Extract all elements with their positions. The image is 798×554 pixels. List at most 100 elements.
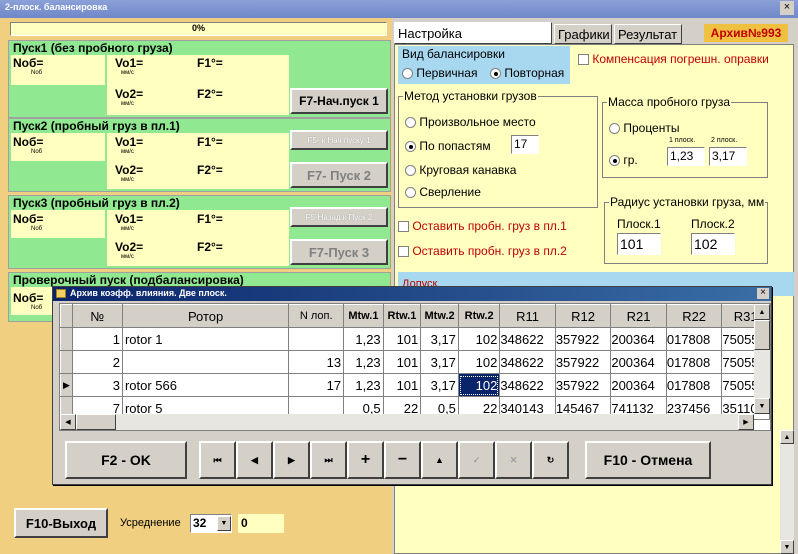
grid-scroll-thumb[interactable] [754, 320, 770, 350]
cell-mtw1[interactable]: 1,23 [343, 327, 384, 351]
col-r12-header[interactable]: R12 [554, 304, 612, 328]
leave-weight-plane1-check[interactable] [398, 221, 409, 233]
cell-rtw1[interactable]: 101 [383, 350, 422, 374]
mass-percent-dot[interactable] [609, 123, 620, 135]
close-icon[interactable]: × [780, 1, 794, 15]
cross-button[interactable]: ✕ [495, 441, 532, 479]
leave-weight-plane1[interactable]: Оставить пробн. груз в пл.1 [398, 219, 567, 233]
radius-plane1-input[interactable]: 101 [617, 233, 661, 255]
run3-button[interactable]: F7-Пуск 3 [290, 239, 388, 265]
radio-primary[interactable]: Первичная [402, 66, 477, 80]
up-button[interactable]: ▲ [421, 441, 458, 479]
tab-settings[interactable]: Настройка балансировки [394, 22, 552, 56]
cell-r11[interactable]: 348622 [499, 373, 556, 397]
back-to-run2-button[interactable]: F5-Назад к Пуск 2 [290, 207, 388, 227]
grid-scroll-left-icon[interactable]: ◀ [60, 414, 76, 430]
method-blades-dot[interactable] [405, 141, 416, 153]
cell-rotor[interactable] [122, 350, 290, 374]
radio-repeat[interactable]: Повторная [490, 66, 564, 80]
mass-grams-dot[interactable] [609, 155, 620, 167]
col-rtw1-header[interactable]: Rtw.1 [382, 304, 422, 328]
leave-weight-plane2-check[interactable] [398, 246, 409, 258]
col-rotor-header[interactable]: Ротор [121, 304, 290, 328]
method-groove-dot[interactable] [405, 165, 416, 177]
tab-result[interactable]: Результат [614, 24, 682, 44]
col-blades-header[interactable]: N лоп. [288, 304, 345, 328]
averaging-select[interactable]: 32 ▼ [190, 514, 232, 533]
method-drilling[interactable]: Сверление [405, 185, 481, 199]
row-indicator[interactable] [60, 350, 73, 374]
cell-rotor[interactable]: rotor 1 [122, 327, 290, 351]
cell-rtw2[interactable]: 102 [458, 350, 501, 374]
mass-percent[interactable]: Проценты [609, 121, 679, 135]
cell-rotor[interactable]: rotor 566 [122, 373, 290, 397]
blades-count-input[interactable]: 17 [511, 135, 539, 154]
cell-r21[interactable]: 200364 [610, 373, 667, 397]
mass-grams[interactable]: гр. [609, 153, 638, 167]
cell-r22[interactable]: 017808 [666, 350, 723, 374]
radio-primary-dot[interactable] [402, 68, 413, 80]
cell-r22[interactable]: 017808 [666, 373, 723, 397]
check-button[interactable]: ✓ [458, 441, 495, 479]
back-to-run1-button[interactable]: F5- к Нач пуску 1 [290, 130, 388, 150]
last-button[interactable]: ⏭ [310, 441, 347, 479]
main-vscroll[interactable]: ▲ ▼ [780, 430, 794, 554]
dialog-close-icon[interactable]: × [757, 288, 769, 299]
cell-r12[interactable]: 357922 [555, 373, 612, 397]
cell-r22[interactable]: 017808 [666, 327, 723, 351]
cell-r11[interactable]: 348622 [499, 350, 556, 374]
plus-button[interactable]: + [347, 441, 384, 479]
compensation-checkbox[interactable]: Компенсация погрешн. оправки [578, 52, 769, 66]
cell-rtw1[interactable]: 101 [383, 373, 422, 397]
cell-r12[interactable]: 357922 [555, 327, 612, 351]
cancel-button[interactable]: F10 - Отмена [585, 441, 711, 479]
table-row[interactable]: ▶ 3 rotor 566 17 1,23 101 3,17 102 348622 357922 2… [60, 373, 770, 397]
grid-scroll-down-icon[interactable]: ▼ [754, 398, 770, 414]
grid-scroll-right-icon[interactable]: ▶ [738, 414, 754, 430]
next-button[interactable]: ▶ [273, 441, 310, 479]
cell-mtw2[interactable]: 3,17 [420, 350, 459, 374]
table-row[interactable]: 2 13 1,23 101 3,17 102 348622 357922 200364 01780… [60, 350, 770, 374]
grid-scroll-up-icon[interactable]: ▲ [754, 304, 770, 320]
cell-mtw1[interactable]: 1,23 [343, 373, 384, 397]
cell-mtw1[interactable]: 1,23 [343, 350, 384, 374]
first-button[interactable]: ⏮ [199, 441, 236, 479]
col-rtw2-header[interactable]: Rtw.2 [457, 304, 501, 328]
col-r21-header[interactable]: R21 [610, 304, 667, 328]
tab-charts[interactable]: Графики [554, 24, 612, 44]
refresh-button[interactable]: ↻ [532, 441, 569, 479]
cell-r12[interactable]: 357922 [555, 350, 612, 374]
method-groove[interactable]: Круговая канавка [405, 163, 516, 177]
method-drilling-dot[interactable] [405, 187, 416, 199]
scroll-down-icon[interactable]: ▼ [780, 540, 794, 554]
row-indicator[interactable] [60, 327, 73, 351]
chevron-down-icon[interactable]: ▼ [217, 516, 231, 531]
ok-button[interactable]: F2 - OK [65, 441, 187, 479]
table-row[interactable]: 1 rotor 1 1,23 101 3,17 102 348622 357922 200364… [60, 327, 770, 351]
grid-vscroll[interactable]: ▲ ▼ [754, 304, 770, 414]
col-mtw1-header[interactable]: Mtw.1 [343, 304, 384, 328]
radio-repeat-dot[interactable] [490, 68, 501, 80]
cell-blades[interactable] [288, 327, 345, 351]
cell-rtw2[interactable]: 102 [458, 373, 501, 397]
cell-r11[interactable]: 348622 [499, 327, 556, 351]
scroll-up-icon[interactable]: ▲ [780, 430, 794, 444]
radius-plane2-input[interactable]: 102 [691, 233, 735, 255]
cell-num[interactable]: 3 [72, 373, 123, 397]
start-run1-button[interactable]: F7-Нач.пуск 1 [290, 88, 388, 114]
cell-rtw1[interactable]: 101 [383, 327, 422, 351]
minus-button[interactable]: − [384, 441, 421, 479]
cell-mtw2[interactable]: 3,17 [420, 373, 459, 397]
archive-label[interactable]: Архив№993 [704, 24, 788, 42]
cell-r21[interactable]: 200364 [610, 327, 667, 351]
cell-blades[interactable]: 13 [288, 350, 345, 374]
cell-r21[interactable]: 200364 [610, 350, 667, 374]
cell-num[interactable]: 2 [72, 350, 123, 374]
col-r11-header[interactable]: R11 [499, 304, 556, 328]
col-mtw2-header[interactable]: Mtw.2 [420, 304, 459, 328]
cell-rtw2[interactable]: 102 [458, 327, 501, 351]
method-blades[interactable]: По попастям [405, 139, 491, 153]
method-arbitrary[interactable]: Произвольное место [405, 115, 536, 129]
grid-hscroll[interactable]: ◀ ▶ [60, 414, 754, 430]
cell-num[interactable]: 1 [72, 327, 123, 351]
